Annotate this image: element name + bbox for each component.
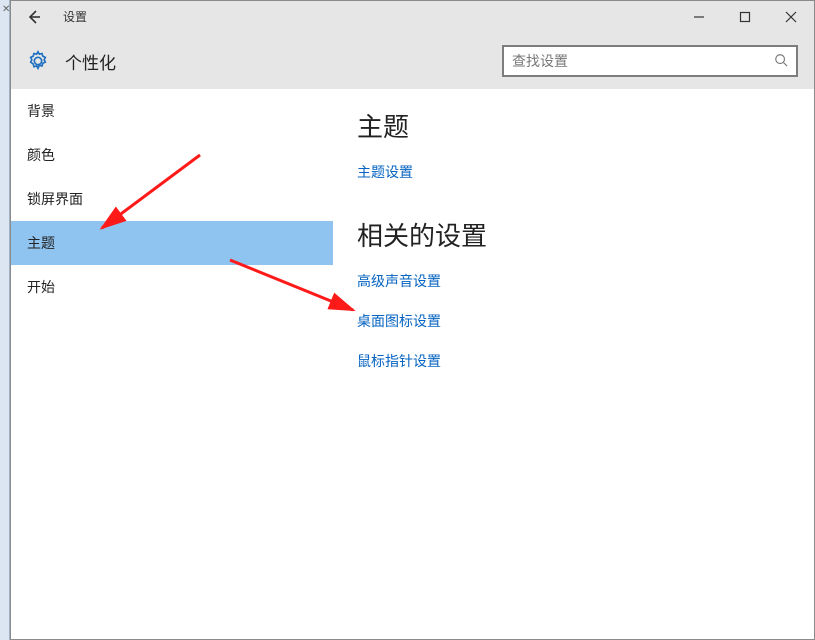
back-button[interactable] bbox=[11, 1, 57, 33]
search-box[interactable] bbox=[502, 45, 798, 77]
sidebar-item-label: 主题 bbox=[27, 233, 55, 253]
back-arrow-icon bbox=[26, 9, 42, 25]
sidebar-item-label: 背景 bbox=[27, 101, 55, 121]
link-theme-settings[interactable]: 主题设置 bbox=[357, 162, 790, 182]
header: 个性化 bbox=[11, 33, 814, 89]
search-icon bbox=[774, 53, 788, 70]
gear-icon bbox=[27, 50, 49, 72]
sidebar-item-label: 开始 bbox=[27, 277, 55, 297]
close-button[interactable] bbox=[768, 1, 814, 33]
sidebar-item-start[interactable]: 开始 bbox=[11, 265, 333, 309]
minimize-button[interactable] bbox=[676, 1, 722, 33]
heading-related: 相关的设置 bbox=[357, 216, 790, 253]
sidebar-item-colors[interactable]: 颜色 bbox=[11, 133, 333, 177]
maximize-button[interactable] bbox=[722, 1, 768, 33]
desktop-background-slice: ✕ bbox=[0, 0, 10, 640]
link-mouse-pointer[interactable]: 鼠标指针设置 bbox=[357, 351, 790, 371]
minimize-icon bbox=[693, 11, 705, 23]
settings-window: 设置 个性化 背景 颜色 锁屏界面 主题 开始 主题 主题设置 相关的设置 bbox=[10, 0, 815, 640]
maximize-icon bbox=[739, 11, 751, 23]
heading-themes: 主题 bbox=[357, 107, 790, 144]
sidebar-item-themes[interactable]: 主题 bbox=[11, 221, 333, 265]
close-icon bbox=[785, 11, 797, 23]
search-input[interactable] bbox=[512, 53, 770, 69]
sidebar-item-label: 锁屏界面 bbox=[27, 189, 83, 209]
sidebar-item-label: 颜色 bbox=[27, 145, 55, 165]
titlebar: 设置 bbox=[11, 1, 814, 33]
link-desktop-icons[interactable]: 桌面图标设置 bbox=[357, 311, 790, 331]
body: 背景 颜色 锁屏界面 主题 开始 主题 主题设置 相关的设置 高级声音设置 桌面… bbox=[11, 89, 814, 639]
window-title: 设置 bbox=[63, 8, 87, 25]
content: 主题 主题设置 相关的设置 高级声音设置 桌面图标设置 鼠标指针设置 bbox=[333, 89, 814, 639]
sidebar: 背景 颜色 锁屏界面 主题 开始 bbox=[11, 89, 333, 639]
link-advanced-sound[interactable]: 高级声音设置 bbox=[357, 271, 790, 291]
sidebar-item-lockscreen[interactable]: 锁屏界面 bbox=[11, 177, 333, 221]
sidebar-item-background[interactable]: 背景 bbox=[11, 89, 333, 133]
page-title: 个性化 bbox=[65, 49, 116, 74]
